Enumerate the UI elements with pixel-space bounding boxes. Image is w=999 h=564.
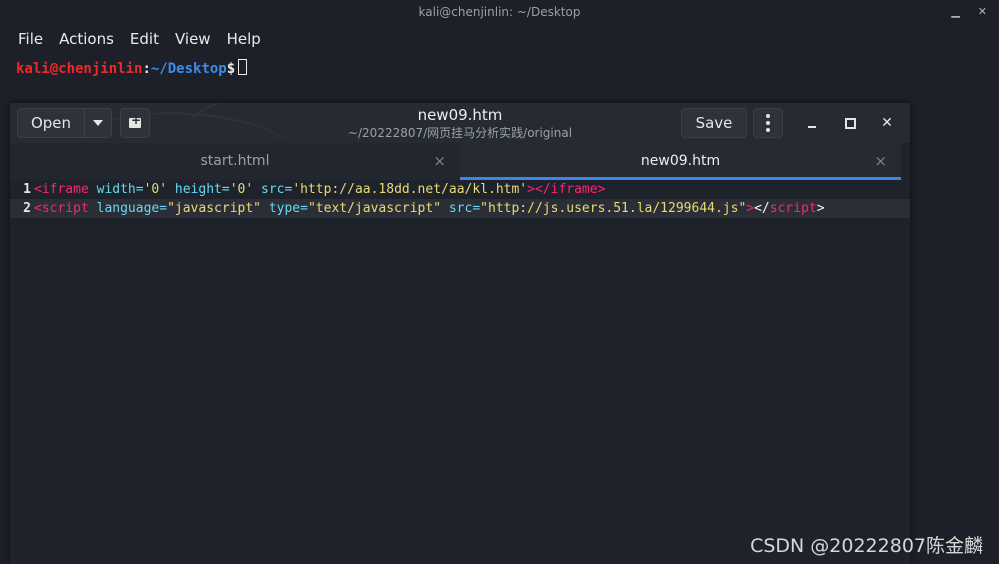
menu-dot-icon [766,128,770,132]
minimize-icon [808,126,816,128]
csdn-watermark: CSDN @20222807陈金麟 [750,535,983,557]
terminal-minimize-icon[interactable]: ▁ [951,0,959,24]
prompt-path: ~/Desktop [150,61,227,77]
code-token: type= [261,201,308,216]
menu-actions[interactable]: Actions [51,26,122,52]
new-document-icon [129,113,141,128]
maximize-button[interactable] [838,111,862,135]
tab-close-icon[interactable]: × [433,143,446,179]
editor-headerbar: Open new09.htm ~/20222807/网页挂马分析实践/origi… [10,103,910,143]
terminal-title: kali@chenjinlin: ~/Desktop [418,5,581,19]
menu-help[interactable]: Help [219,26,269,52]
code-view[interactable]: 1 <iframe width='0' height='0' src='http:… [10,180,910,218]
tab-label: new09.htm [640,153,721,169]
code-token: src= [253,182,293,197]
terminal-prompt[interactable]: kali@chenjinlin:~/Desktop$ [16,59,248,78]
terminal-window-controls: ▁ ✕ [951,0,987,24]
menu-dot-icon [766,121,770,125]
minimize-button[interactable] [800,111,824,135]
code-token: > [746,201,755,216]
code-token: > [816,201,825,216]
line-number: 1 [23,182,31,197]
code-token: ></iframe> [527,182,606,197]
menu-dot-icon [766,114,770,118]
editor-title: new09.htm ~/20222807/网页挂马分析实践/original [340,105,580,141]
tab-close-icon[interactable]: × [874,143,887,179]
code-token: '0' [143,182,168,197]
code-token: "javascript" [167,201,261,216]
tab-bar-spacer [901,143,910,180]
code-token: "http://js.users.51.la/1299644.js" [480,201,747,216]
code-token: <iframe [34,182,89,197]
tab-start-html[interactable]: start.html × [10,143,460,180]
prompt-colon: : [142,61,151,77]
tab-label: start.html [200,153,270,169]
menu-edit[interactable]: Edit [122,26,167,52]
terminal-close-icon[interactable]: ✕ [978,0,987,24]
code-token: "text/javascript" [307,201,442,216]
menu-file[interactable]: File [10,26,51,52]
chevron-down-icon [93,120,103,126]
terminal-menubar: File Actions Edit View Help [0,26,999,52]
code-token: <script [34,201,89,216]
hamburger-menu-button[interactable] [753,108,783,138]
tab-new09-htm[interactable]: new09.htm × [460,143,901,180]
code-line[interactable]: 1 <iframe width='0' height='0' src='http:… [10,180,910,199]
terminal-titlebar: kali@chenjinlin: ~/Desktop ▁ ✕ [0,0,999,24]
code-token: src= [441,201,481,216]
new-tab-button[interactable] [120,108,150,138]
tab-bar: start.html × new09.htm × [10,143,910,180]
close-button[interactable]: ✕ [875,111,899,135]
editor-filename: new09.htm [417,106,503,124]
code-token: script [769,201,817,216]
code-token: width= [88,182,144,197]
prompt-user-host: kali@chenjinlin [16,61,143,77]
open-dropdown-button[interactable] [85,109,111,137]
prompt-dollar: $ [226,61,236,77]
maximize-icon [844,117,856,129]
save-button[interactable]: Save [681,108,747,138]
code-token: 'http://aa.18dd.net/aa/kl.htm' [292,182,528,197]
line-number: 2 [23,201,31,216]
open-button[interactable]: Open [18,109,85,137]
code-token: </ [754,201,770,216]
code-token: height= [167,182,230,197]
editor-filepath: ~/20222807/网页挂马分析实践/original [347,126,573,140]
editor-window: Open new09.htm ~/20222807/网页挂马分析实践/origi… [10,103,910,564]
close-icon: ✕ [881,115,893,131]
code-token: language= [88,201,168,216]
open-button-group: Open [17,108,112,138]
menu-view[interactable]: View [167,26,219,52]
code-token: '0' [229,182,254,197]
code-line-current[interactable]: 2 <script language="javascript" type="tex… [10,199,910,218]
terminal-cursor [238,59,248,75]
